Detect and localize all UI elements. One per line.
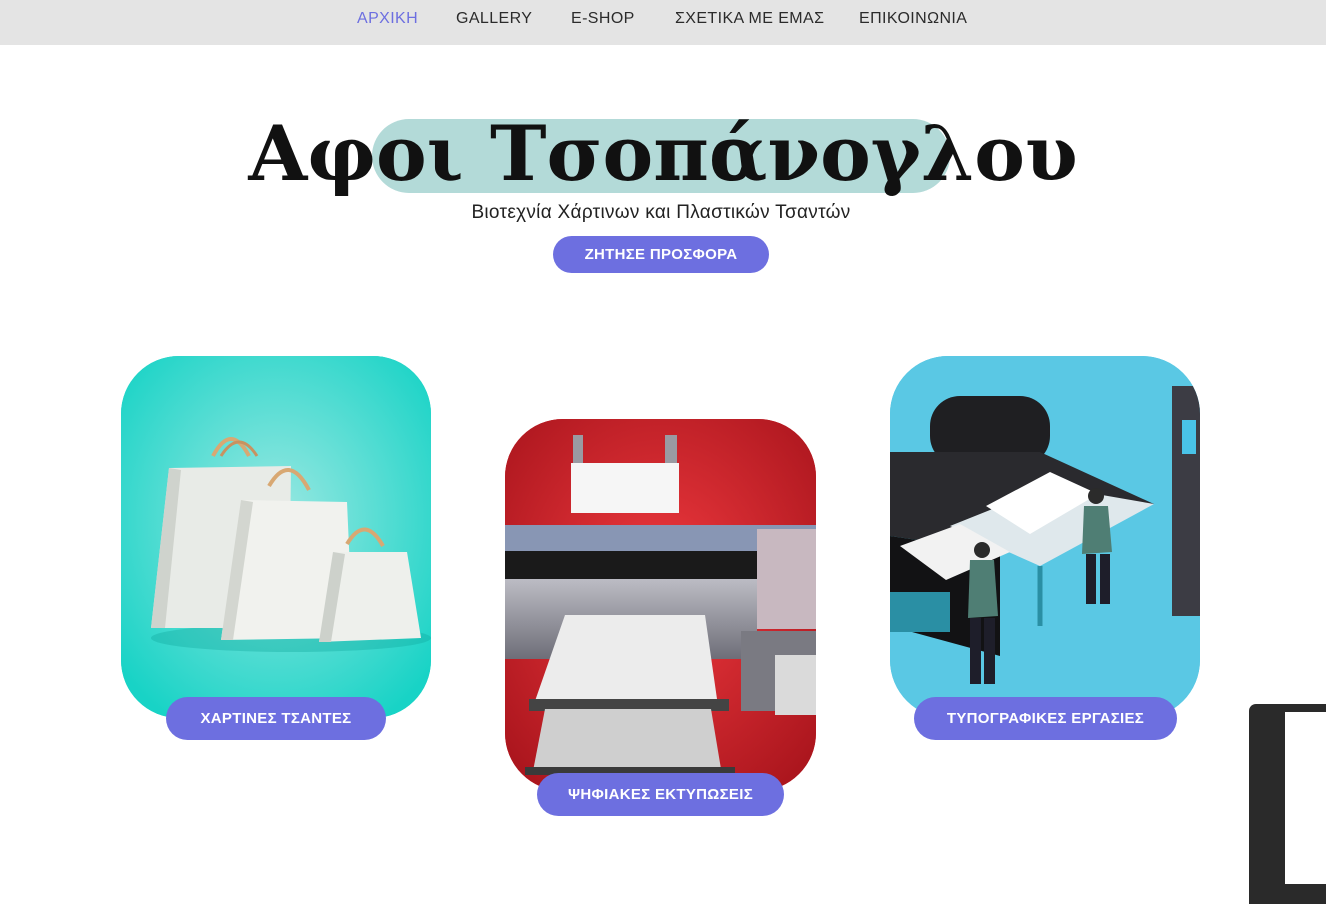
nav-link-contact[interactable]: ΕΠΙΚΟΙΝΩΝΙΑ [859, 10, 967, 28]
digital-printing-button[interactable]: ΨΗΦΙΑΚΕΣ ΕΚΤΥΠΩΣΕΙΣ [537, 773, 784, 816]
card-printing-works[interactable] [890, 356, 1200, 718]
page-subtitle: Βιοτεχνία Χάρτινων και Πλαστικών Τσαντών [471, 202, 851, 223]
request-quote-button[interactable]: ΖΗΤΗΣΕ ΠΡΟΣΦΟΡΑ [553, 236, 769, 273]
paper-bags-image [121, 356, 431, 718]
nav-link-gallery[interactable]: GALLERY [456, 10, 532, 28]
page-title: Αφοι Τσοπάνογλου [248, 109, 1078, 198]
card-digital-printing[interactable] [505, 419, 816, 791]
top-navigation-bar: ΑΡΧΙΚΗ GALLERY E-SHOP ΣΧΕΤΙΚΑ ΜΕ ΕΜΑΣ ΕΠ… [0, 0, 1326, 45]
paper-bags-button[interactable]: ΧΑΡΤΙΝΕΣ ΤΣΑΝΤΕΣ [166, 697, 386, 740]
nav-link-home[interactable]: ΑΡΧΙΚΗ [357, 10, 418, 28]
printing-works-button[interactable]: ΤΥΠΟΓΡΑΦΙΚΕΣ ΕΡΓΑΣΙΕΣ [914, 697, 1177, 740]
print-workers-image [890, 356, 1200, 718]
floating-side-panel[interactable] [1249, 704, 1326, 904]
card-paper-bags[interactable] [121, 356, 431, 718]
nav-link-about[interactable]: ΣΧΕΤΙΚΑ ΜΕ ΕΜΑΣ [675, 10, 824, 28]
side-panel-content [1285, 712, 1326, 884]
printer-image [505, 419, 816, 791]
nav-link-eshop[interactable]: E-SHOP [571, 10, 635, 28]
